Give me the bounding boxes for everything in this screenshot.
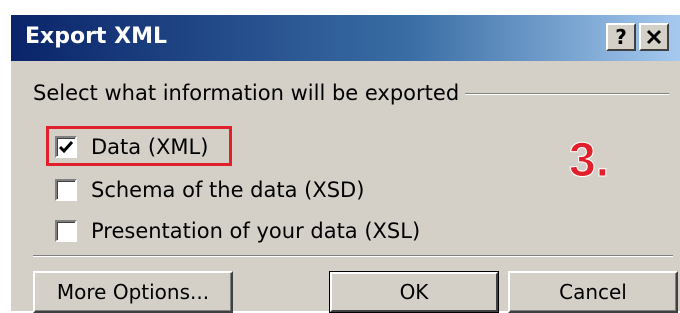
- dialog-title: Export XML: [25, 24, 167, 49]
- presentation-xsl-checkbox[interactable]: [55, 220, 77, 242]
- group-divider: [449, 93, 669, 95]
- close-icon: [646, 29, 662, 45]
- schema-xsd-label: Schema of the data (XSD): [91, 178, 365, 202]
- close-button[interactable]: [639, 23, 669, 51]
- group-label: Select what information will be exported: [33, 81, 466, 105]
- step-annotation: 3.: [568, 134, 610, 188]
- option-presentation-xsl[interactable]: Presentation of your data (XSL): [55, 216, 420, 246]
- cancel-button[interactable]: Cancel: [508, 271, 678, 313]
- help-icon: ?: [615, 25, 627, 49]
- ok-button[interactable]: OK: [329, 271, 499, 313]
- option-schema-xsd[interactable]: Schema of the data (XSD): [55, 175, 364, 205]
- title-bar[interactable]: Export XML ?: [11, 15, 680, 61]
- presentation-xsl-label: Presentation of your data (XSL): [91, 219, 421, 243]
- highlight-box: [46, 126, 232, 166]
- more-options-button[interactable]: More Options...: [33, 271, 233, 313]
- ok-button-label: OK: [330, 272, 498, 312]
- schema-xsd-checkbox[interactable]: [55, 179, 77, 201]
- button-separator: [33, 255, 673, 257]
- export-xml-dialog: Export XML ? Select what information wil…: [10, 14, 680, 313]
- help-button[interactable]: ?: [606, 23, 636, 51]
